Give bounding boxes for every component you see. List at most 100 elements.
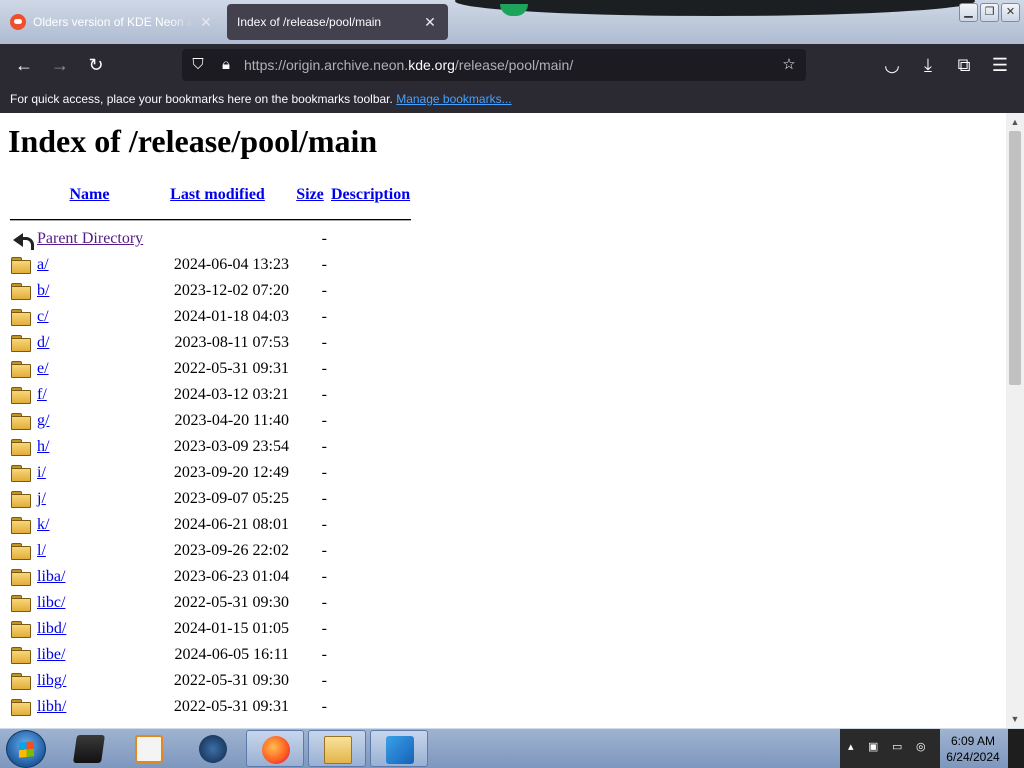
sort-description-link[interactable]: Description: [331, 186, 410, 203]
taskbar-app-editor[interactable]: [370, 730, 428, 767]
taskbar-app-firefox[interactable]: [246, 730, 304, 767]
table-row: Parent Directory -: [10, 227, 411, 251]
folder-icon: [11, 309, 31, 327]
close-tab-icon[interactable]: ✕: [198, 14, 214, 31]
size-cell: -: [321, 360, 327, 377]
start-button[interactable]: [6, 730, 46, 768]
bookmarks-toolbar: For quick access, place your bookmarks h…: [0, 86, 1024, 113]
system-tray: ▴ ▣ ▭ ◎: [840, 729, 940, 768]
folder-icon: [324, 736, 352, 764]
taskbar-app-explorer[interactable]: [308, 730, 366, 767]
window-decoration: [455, 0, 975, 16]
star-icon[interactable]: ☆: [779, 55, 799, 75]
tab-kde-neon[interactable]: Olders version of KDE Neon available ✕: [0, 4, 224, 40]
url-suffix: /release/pool/main/: [454, 57, 574, 73]
clock[interactable]: 6:09 AM 6/24/2024: [940, 733, 1006, 765]
folder-link[interactable]: c/: [37, 308, 49, 325]
shield-icon[interactable]: ⛉: [188, 55, 208, 75]
sort-size-link[interactable]: Size: [296, 186, 324, 203]
settings-icon[interactable]: ◎: [916, 740, 926, 753]
clock-date: 6/24/2024: [946, 750, 1000, 764]
directory-listing: Name Last modified Size Description Pare…: [8, 181, 413, 721]
folder-link[interactable]: libd/: [37, 620, 66, 637]
size-cell: -: [321, 282, 327, 299]
size-cell: -: [321, 490, 327, 507]
size-cell: -: [321, 516, 327, 533]
table-row: libd/2024-01-15 01:05 -: [10, 617, 411, 641]
modified-cell: 2023-04-20 11:40: [174, 412, 289, 429]
folder-icon: [11, 569, 31, 587]
network-icon[interactable]: ▣: [868, 740, 878, 753]
address-bar[interactable]: ⛉ 🔒︎ https://origin.archive.neon.kde.org…: [182, 49, 806, 81]
folder-link[interactable]: e/: [37, 360, 49, 377]
modified-cell: 2024-03-12 03:21: [173, 386, 289, 403]
menu-icon[interactable]: ☰: [988, 53, 1012, 77]
back-arrow-icon[interactable]: ←: [12, 53, 36, 77]
folder-link[interactable]: l/: [37, 542, 46, 559]
tray-expand-icon[interactable]: ▴: [848, 740, 854, 753]
taskbar: ▴ ▣ ▭ ◎ 6:09 AM 6/24/2024: [0, 728, 1024, 768]
table-row: l/2023-09-26 22:02 -: [10, 539, 411, 563]
size-cell: -: [321, 386, 327, 403]
manage-bookmarks-link[interactable]: Manage bookmarks...: [396, 92, 511, 106]
url-text[interactable]: https://origin.archive.neon.kde.org/rele…: [244, 57, 573, 73]
table-row: libg/2022-05-31 09:30 -: [10, 669, 411, 693]
description-cell: [330, 435, 411, 459]
folder-icon: [11, 699, 31, 717]
size-cell: -: [321, 308, 327, 325]
app-icon: [386, 736, 414, 764]
folder-link[interactable]: i/: [37, 464, 46, 481]
table-row: d/2023-08-11 07:53 -: [10, 331, 411, 355]
firefox-icon: [262, 736, 290, 764]
extensions-icon[interactable]: ⧉: [952, 53, 976, 77]
scroll-down-icon[interactable]: ▼: [1006, 712, 1024, 726]
taskbar-app-globe[interactable]: [184, 730, 242, 767]
modified-cell: 2023-09-26 22:02: [173, 542, 289, 559]
folder-link[interactable]: h/: [37, 438, 49, 455]
reload-icon[interactable]: ↻: [84, 53, 108, 77]
taskbar-app-terminal[interactable]: [60, 730, 118, 767]
taskbar-app-media-player[interactable]: [120, 730, 178, 767]
url-prefix: https://origin.archive.neon.: [244, 57, 409, 73]
folder-link[interactable]: libh/: [37, 698, 66, 715]
folder-link[interactable]: liba/: [37, 568, 65, 585]
minimize-icon[interactable]: ▁: [959, 3, 978, 22]
folder-link[interactable]: libe/: [37, 646, 65, 663]
folder-icon: [11, 543, 31, 561]
folder-link[interactable]: b/: [37, 282, 49, 299]
folder-link[interactable]: a/: [37, 256, 49, 273]
table-row: i/2023-09-20 12:49 -: [10, 461, 411, 485]
folder-link[interactable]: j/: [37, 490, 46, 507]
folder-icon: [11, 387, 31, 405]
description-cell: [330, 331, 411, 355]
sort-modified-link[interactable]: Last modified: [170, 186, 265, 203]
pocket-icon[interactable]: ◡: [880, 53, 904, 77]
close-window-icon[interactable]: ✕: [1001, 3, 1020, 22]
forward-arrow-icon[interactable]: →: [48, 53, 72, 77]
download-icon[interactable]: ⤓: [916, 53, 940, 77]
folder-link[interactable]: d/: [37, 334, 49, 351]
header-divider: [10, 209, 412, 225]
folder-link[interactable]: f/: [37, 386, 47, 403]
show-desktop-button[interactable]: [1008, 729, 1024, 768]
tab-strip: Olders version of KDE Neon available ✕ I…: [0, 0, 1024, 44]
table-row: liba/2023-06-23 01:04 -: [10, 565, 411, 589]
tab-index-of-main[interactable]: Index of /release/pool/main ✕: [227, 4, 448, 40]
scrollbar-thumb[interactable]: [1009, 131, 1021, 385]
folder-link[interactable]: libg/: [37, 672, 66, 689]
modified-cell: 2024-01-15 01:05: [173, 620, 289, 637]
folder-link[interactable]: k/: [37, 516, 49, 533]
restore-icon[interactable]: ❐: [980, 3, 999, 22]
monitor-icon[interactable]: ▭: [892, 740, 902, 753]
folder-link[interactable]: libc/: [37, 594, 65, 611]
close-tab-icon[interactable]: ✕: [422, 14, 438, 31]
vertical-scrollbar[interactable]: ▲ ▼: [1006, 113, 1024, 728]
modified-cell: 2024-06-05 16:11: [174, 646, 289, 663]
parent-directory-link[interactable]: Parent Directory: [37, 230, 143, 247]
folder-link[interactable]: g/: [37, 412, 49, 429]
folder-icon: [11, 335, 31, 353]
parent-directory-icon: [11, 230, 34, 251]
sort-name-link[interactable]: Name: [70, 186, 110, 203]
scroll-up-icon[interactable]: ▲: [1006, 115, 1024, 129]
lock-icon[interactable]: 🔒︎: [216, 55, 236, 75]
